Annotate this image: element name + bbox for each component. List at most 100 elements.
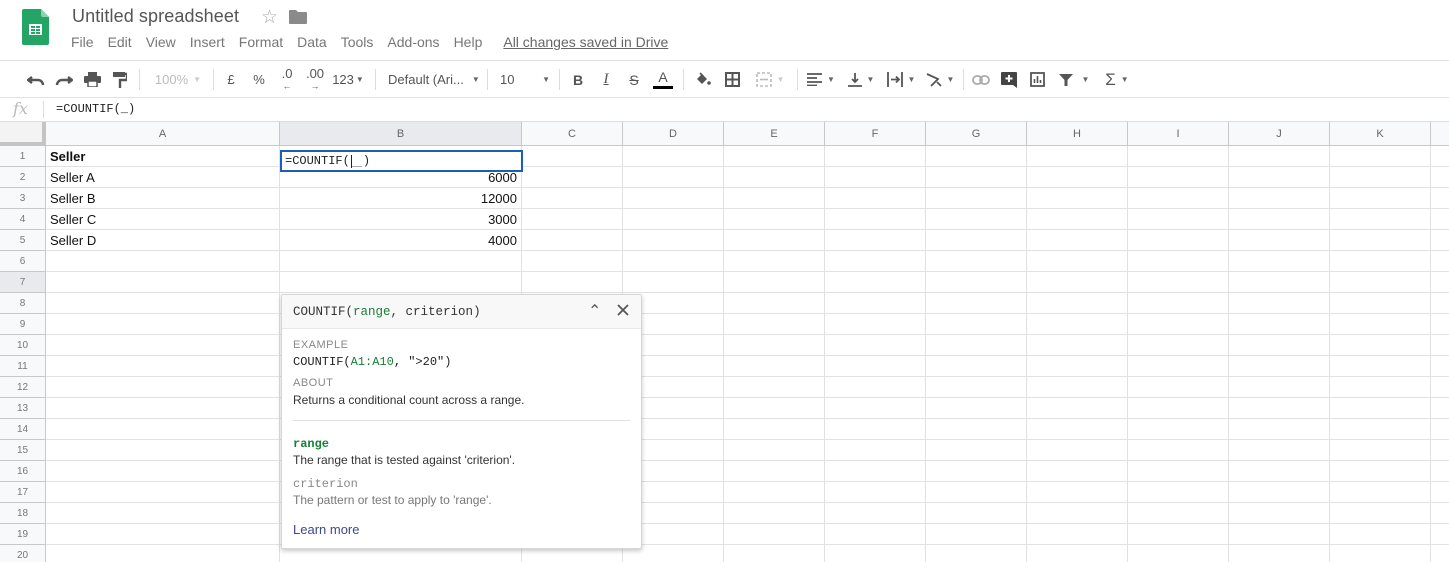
bold-button[interactable]: B [568,61,588,98]
insert-chart-button[interactable] [1026,61,1048,98]
column-header-l[interactable] [1431,122,1449,146]
column-header-e[interactable]: E [724,122,825,146]
strikethrough-button[interactable]: S [624,61,644,98]
menu-format[interactable]: Format [232,34,290,50]
row-header-8[interactable]: 8 [0,293,46,314]
cell-a2[interactable]: Seller A [46,167,279,188]
folder-icon[interactable] [289,10,307,24]
borders-button[interactable] [721,61,743,98]
font-family-select[interactable]: Default (Ari... ▼ [384,61,480,98]
row-header-9[interactable]: 9 [0,314,46,335]
percent-format-button[interactable]: % [249,61,269,98]
italic-button[interactable]: I [596,61,616,98]
cell-a5[interactable]: Seller D [46,230,279,251]
row-header-3[interactable]: 3 [0,188,46,209]
arg-range-name: range [293,437,330,451]
cell-a3[interactable]: Seller B [46,188,279,209]
menu-add-ons[interactable]: Add-ons [380,34,446,50]
text-color-button[interactable]: A [651,61,675,98]
menu-view[interactable]: View [139,34,183,50]
row-header-19[interactable]: 19 [0,524,46,545]
merge-cells-button[interactable]: ▼ [750,61,790,98]
formula-input[interactable]: =COUNTIF(_) [56,102,135,116]
save-status-link[interactable]: All changes saved in Drive [503,34,668,50]
font-size-select[interactable]: 10 ▼ [496,61,554,98]
select-all-corner[interactable] [0,122,46,146]
menu-file[interactable]: File [64,34,101,50]
increase-decimals-button[interactable]: .00 → [302,61,328,98]
document-title[interactable]: Untitled spreadsheet [72,6,239,27]
redo-button[interactable] [52,61,76,98]
row-header-15[interactable]: 15 [0,440,46,461]
row-header-18[interactable]: 18 [0,503,46,524]
menu-bar: File Edit View Insert Format Data Tools … [64,34,668,50]
row-header-17[interactable]: 17 [0,482,46,503]
column-header-f[interactable]: F [825,122,926,146]
column-header-j[interactable]: J [1229,122,1330,146]
text-rotation-button[interactable]: ▼ [923,61,957,98]
close-icon[interactable] [615,302,631,318]
chevron-down-icon: ▼ [866,75,875,84]
column-header-b[interactable]: B [280,122,522,146]
text-wrapping-button[interactable]: ▼ [884,61,918,98]
zoom-select[interactable]: 100% ▼ [148,61,208,98]
arg-criterion-desc: The pattern or test to apply to 'range'. [293,493,492,507]
row-header-20[interactable]: 20 [0,545,46,562]
column-header-h[interactable]: H [1027,122,1128,146]
cell-b4[interactable]: 3000 [280,209,521,230]
more-formats-button[interactable]: 123 ▼ [331,61,365,98]
row-header-11[interactable]: 11 [0,356,46,377]
column-header-a[interactable]: A [46,122,280,146]
column-gridline [1430,146,1431,562]
row-header-5[interactable]: 5 [0,230,46,251]
sheets-logo-icon[interactable] [22,9,49,45]
row-header-7[interactable]: 7 [0,272,46,293]
functions-button[interactable]: Σ ▼ [1100,61,1134,98]
cell-a4[interactable]: Seller C [46,209,279,230]
cell-b3[interactable]: 12000 [280,188,521,209]
star-icon[interactable]: ☆ [261,6,278,29]
vertical-align-button[interactable]: ▼ [844,61,878,98]
menu-data[interactable]: Data [290,34,334,50]
decrease-decimals-button[interactable]: .0 ← [274,61,300,98]
toolbar-divider [797,69,798,90]
row-header-6[interactable]: 6 [0,251,46,272]
row-header-4[interactable]: 4 [0,209,46,230]
menu-insert[interactable]: Insert [183,34,232,50]
filter-button[interactable]: ▼ [1054,61,1094,98]
column-header-c[interactable]: C [522,122,623,146]
collapse-chevron-up-icon[interactable]: ⌃ [588,301,601,321]
column-header-d[interactable]: D [623,122,724,146]
fill-color-button[interactable] [692,61,714,98]
text-rotation-icon [926,72,942,87]
popup-header[interactable]: COUNTIF(range, criterion) ⌃ [282,295,641,329]
menu-help[interactable]: Help [447,34,490,50]
column-header-i[interactable]: I [1128,122,1229,146]
column-header-g[interactable]: G [926,122,1027,146]
paint-format-button[interactable] [108,61,132,98]
menu-edit[interactable]: Edit [101,34,139,50]
menu-tools[interactable]: Tools [334,34,381,50]
row-header-16[interactable]: 16 [0,461,46,482]
insert-link-button[interactable] [970,61,992,98]
row-header-13[interactable]: 13 [0,398,46,419]
row-header-2[interactable]: 2 [0,167,46,188]
toolbar-divider [139,69,140,90]
horizontal-align-button[interactable]: ▼ [804,61,838,98]
row-gridline [46,481,1449,482]
row-header-10[interactable]: 10 [0,335,46,356]
active-cell-editor[interactable]: =COUNTIF() [280,150,523,172]
row-header-14[interactable]: 14 [0,419,46,440]
argument-placeholder [351,155,362,167]
currency-format-button[interactable]: £ [221,61,241,98]
sigma-icon: Σ [1105,69,1116,89]
row-header-12[interactable]: 12 [0,377,46,398]
column-header-k[interactable]: K [1330,122,1431,146]
undo-button[interactable] [24,61,48,98]
cell-b5[interactable]: 4000 [280,230,521,251]
row-header-1[interactable]: 1 [0,146,46,167]
learn-more-link[interactable]: Learn more [293,522,359,537]
insert-comment-button[interactable] [998,61,1020,98]
cell-a1[interactable]: Seller [46,146,279,167]
print-button[interactable] [80,61,104,98]
